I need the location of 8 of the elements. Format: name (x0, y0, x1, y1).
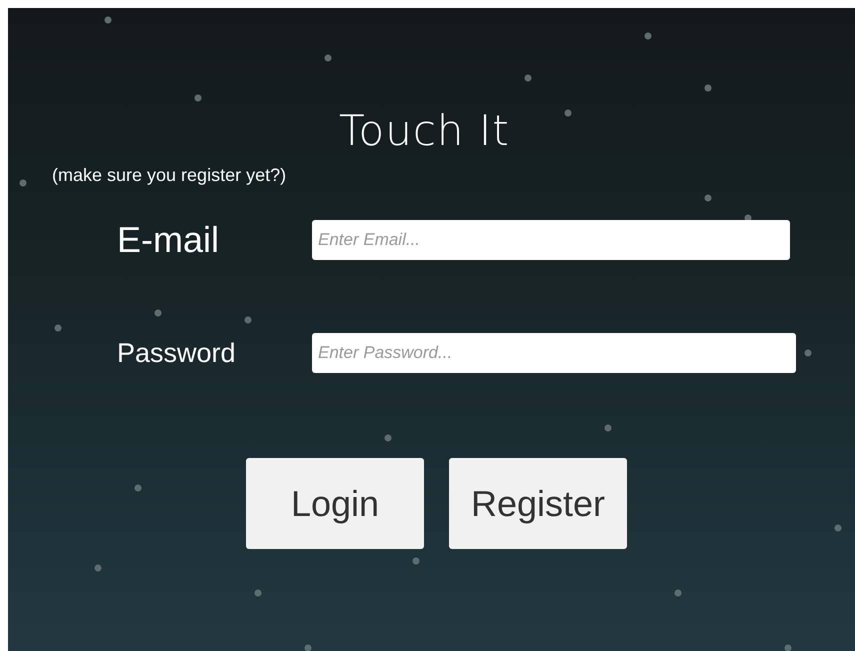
email-field[interactable]: Enter Email... (312, 220, 790, 260)
hint-text: (make sure you register yet?) (52, 165, 286, 185)
action-button[interactable]: Register (449, 458, 627, 549)
field-label: Password (117, 338, 236, 368)
app-title: Touch It (339, 105, 510, 157)
password-field[interactable]: Enter Password... (312, 333, 796, 373)
field-label: E-mail (117, 219, 220, 261)
action-button[interactable]: Login (246, 458, 424, 549)
